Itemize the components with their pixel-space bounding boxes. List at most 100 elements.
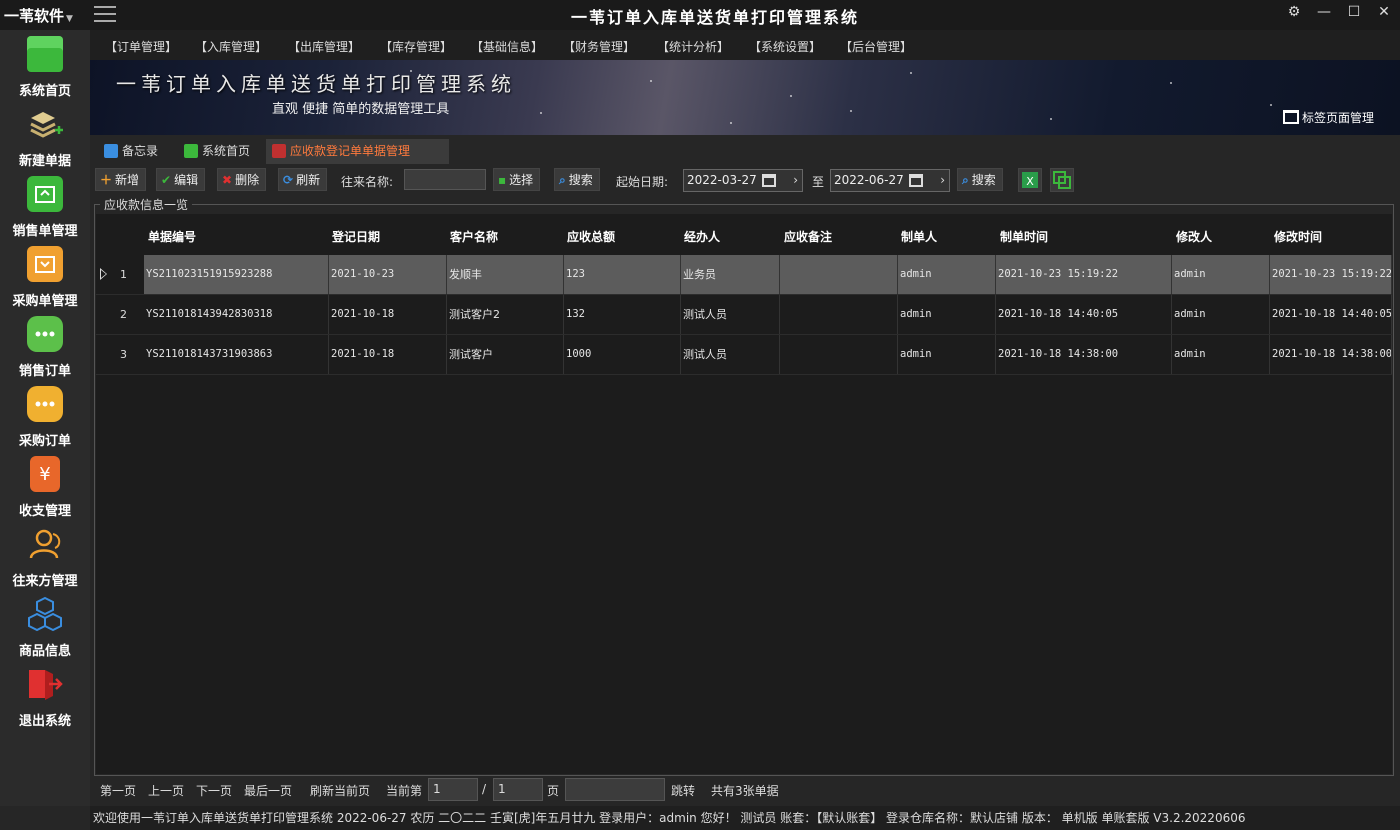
column-header[interactable]: 应收备注 [784,228,832,245]
date-search-button[interactable]: ⌕ 搜索 [957,168,1003,191]
cell-handler[interactable]: 测试人员 [681,335,780,374]
cell-modifier[interactable]: admin [1172,335,1270,374]
gear-icon[interactable]: ⚙ [1286,4,1302,20]
search-button[interactable]: ⌕ 搜索 [554,168,600,191]
sidebar-item-sales[interactable]: 销售单管理 [0,172,90,242]
add-button[interactable]: ＋新增 [95,168,147,191]
tab-manager-button[interactable]: 标签页面管理 [1282,109,1374,126]
menu-item-settings[interactable]: 【系统设置】 [749,38,821,55]
column-header[interactable]: 经办人 [684,228,720,245]
calendar-icon[interactable] [762,174,776,187]
cell-modifier[interactable]: admin [1172,295,1270,334]
jump-button[interactable]: 跳转 [671,782,695,799]
table-row[interactable]: 2 YS211018143942830318 2021-10-18 测试客户2 … [96,295,1392,335]
row-header[interactable]: 1 [96,255,144,294]
first-page-link[interactable]: 第一页 [100,782,136,799]
column-header[interactable]: 修改人 [1176,228,1212,245]
cell-creator[interactable]: admin [898,295,996,334]
cell-note[interactable] [780,335,898,374]
cell-amount[interactable]: 132 [564,295,681,334]
menu-item-inbound[interactable]: 【入库管理】 [195,38,267,55]
sidebar-item-finance[interactable]: ¥ 收支管理 [0,452,90,522]
sidebar-item-parties[interactable]: 往来方管理 [0,522,90,592]
cell-date[interactable]: 2021-10-18 [329,295,447,334]
close-icon[interactable]: ✕ [1376,4,1392,20]
cell-created-time[interactable]: 2021-10-18 14:38:00 [996,335,1172,374]
party-name-input[interactable] [404,169,486,190]
tab-home[interactable]: 系统首页 [178,139,266,164]
column-header[interactable]: 修改时间 [1274,228,1322,245]
cell-doc-no[interactable]: YS211018143731903863 [144,335,329,374]
column-header[interactable]: 制单时间 [1000,228,1048,245]
cell-created-time[interactable]: 2021-10-23 15:19:22 [996,255,1172,294]
last-page-link[interactable]: 最后一页 [244,782,292,799]
start-date-picker[interactable]: 2022-03-27 › [683,169,803,192]
jump-page-input[interactable] [565,778,665,801]
sidebar-item-new-document[interactable]: 新建单据 [0,102,90,172]
edit-button[interactable]: ✔ 编辑 [156,168,206,191]
column-header[interactable]: 制单人 [901,228,937,245]
sidebar-item-purchase-orders[interactable]: 采购订单 [0,382,90,452]
column-header[interactable]: 客户名称 [450,228,498,245]
table-row[interactable]: 1 YS211023151915923288 2021-10-23 发顺丰 12… [96,255,1392,295]
cell-date[interactable]: 2021-10-23 [329,255,447,294]
cell-amount[interactable]: 1000 [564,335,681,374]
maximize-icon[interactable]: ☐ [1346,4,1362,20]
cell-amount[interactable]: 123 [564,255,681,294]
column-header[interactable]: 登记日期 [332,228,380,245]
cell-modified-time[interactable]: 2021-10-23 15:19:22 [1270,255,1392,294]
select-button[interactable]: ▪ 选择 [493,168,541,191]
menu-item-backend[interactable]: 【后台管理】 [840,38,912,55]
sidebar-item-sales-orders[interactable]: 销售订单 [0,312,90,382]
chevron-right-icon[interactable]: › [793,170,798,191]
current-page-input[interactable]: 1 [428,778,478,801]
sidebar-item-purchase[interactable]: 采购单管理 [0,242,90,312]
sidebar-item-home[interactable]: 系统首页 [0,32,90,102]
cell-note[interactable] [780,255,898,294]
copy-window-button[interactable] [1050,168,1074,192]
chevron-right-icon[interactable]: › [940,170,945,191]
end-date-picker[interactable]: 2022-06-27 › [830,169,950,192]
sidebar-item-label: 新建单据 [18,154,71,169]
cell-customer[interactable]: 发顺丰 [447,255,564,294]
menu-item-outbound[interactable]: 【出库管理】 [288,38,360,55]
cell-customer[interactable]: 测试客户2 [447,295,564,334]
menu-item-inventory[interactable]: 【库存管理】 [380,38,452,55]
cell-modified-time[interactable]: 2021-10-18 14:38:00 [1270,335,1392,374]
menu-item-basic-info[interactable]: 【基础信息】 [471,38,543,55]
cell-doc-no[interactable]: YS211023151915923288 [144,255,329,294]
menu-item-orders[interactable]: 【订单管理】 [105,38,177,55]
cell-note[interactable] [780,295,898,334]
table-row[interactable]: 3 YS211018143731903863 2021-10-18 测试客户 1… [96,335,1392,375]
cell-creator[interactable]: admin [898,335,996,374]
refresh-page-link[interactable]: 刷新当前页 [310,782,370,799]
receivables-table[interactable]: 单据编号 登记日期 客户名称 应收总额 经办人 应收备注 制单人 制单时间 修改… [96,214,1392,774]
cell-modifier[interactable]: admin [1172,255,1270,294]
cell-modified-time[interactable]: 2021-10-18 14:40:05 [1270,295,1392,334]
column-header[interactable]: 单据编号 [148,228,196,245]
tab-receivables[interactable]: 应收款登记单单据管理 [266,139,449,164]
calendar-icon[interactable] [909,174,923,187]
export-excel-button[interactable]: X [1018,168,1042,192]
delete-button[interactable]: ✖ 删除 [217,168,267,191]
sidebar-item-exit[interactable]: 退出系统 [0,662,90,732]
minimize-icon[interactable]: — [1316,4,1332,20]
dots-icon [27,386,63,422]
refresh-button[interactable]: ⟳ 刷新 [278,168,328,191]
cell-handler[interactable]: 测试人员 [681,295,780,334]
tab-memo[interactable]: 备忘录 [98,139,174,164]
menu-item-finance[interactable]: 【财务管理】 [563,38,635,55]
next-page-link[interactable]: 下一页 [196,782,232,799]
cell-handler[interactable]: 业务员 [681,255,780,294]
cell-created-time[interactable]: 2021-10-18 14:40:05 [996,295,1172,334]
cell-creator[interactable]: admin [898,255,996,294]
row-header[interactable]: 2 [96,295,144,334]
cell-customer[interactable]: 测试客户 [447,335,564,374]
cell-doc-no[interactable]: YS211018143942830318 [144,295,329,334]
column-header[interactable]: 应收总额 [567,228,615,245]
cell-date[interactable]: 2021-10-18 [329,335,447,374]
row-header[interactable]: 3 [96,335,144,374]
sidebar-item-products[interactable]: 商品信息 [0,592,90,662]
menu-item-statistics[interactable]: 【统计分析】 [657,38,729,55]
prev-page-link[interactable]: 上一页 [148,782,184,799]
